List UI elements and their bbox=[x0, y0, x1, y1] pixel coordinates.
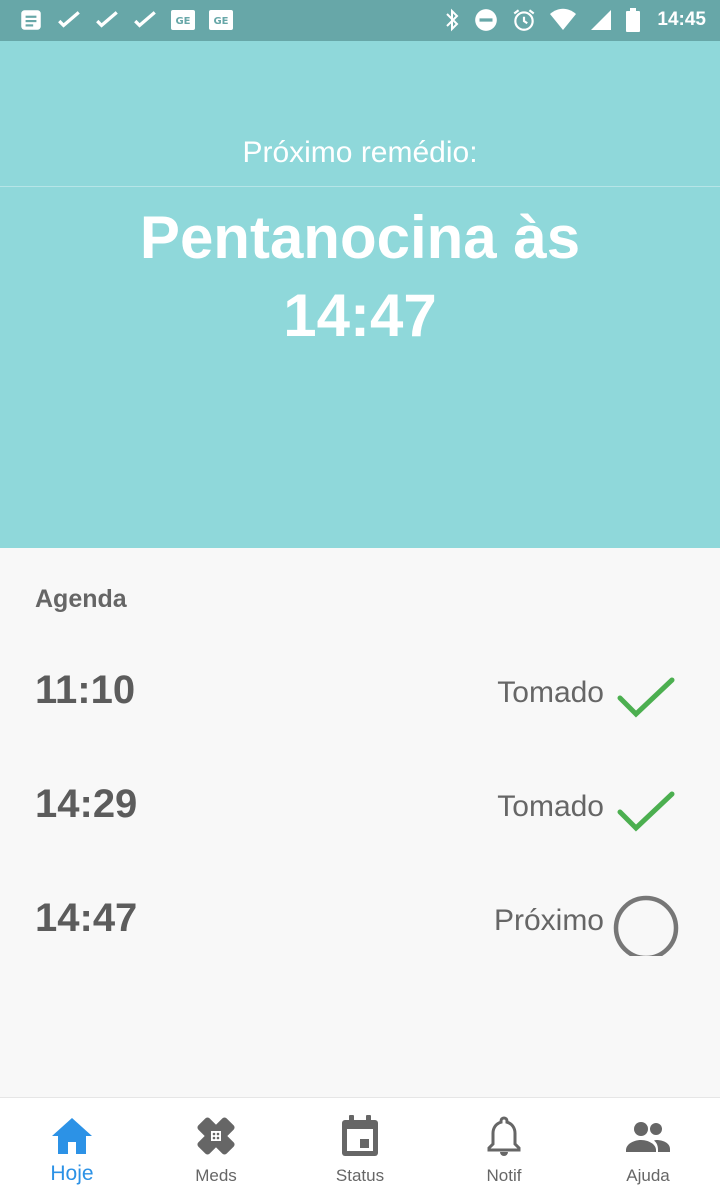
notification-icons: GE GE bbox=[18, 7, 234, 33]
check-icon bbox=[134, 11, 156, 28]
next-medicine-header: Próximo remédio: Pentanocina às 14:47 bbox=[0, 41, 720, 548]
check-icon bbox=[617, 791, 675, 832]
do-not-disturb-icon bbox=[475, 9, 498, 31]
status-bar: GE GE 14:45 bbox=[0, 0, 720, 41]
svg-text:GE: GE bbox=[213, 16, 228, 27]
nav-tab-notif[interactable]: Notif bbox=[432, 1098, 576, 1197]
dose-time: 14:29 bbox=[35, 782, 138, 826]
dose-status: Tomado bbox=[497, 790, 604, 823]
nav-tab-label: Hoje bbox=[50, 1162, 94, 1185]
battery-icon bbox=[626, 8, 641, 32]
message-icon bbox=[21, 10, 41, 30]
people-icon bbox=[626, 1122, 670, 1152]
nav-tab-ajuda[interactable]: Ajuda bbox=[576, 1098, 720, 1197]
calendar-icon bbox=[342, 1115, 378, 1156]
ge-icon: GE bbox=[209, 10, 233, 30]
dose-status: Tomado bbox=[497, 676, 604, 709]
agenda-item[interactable]: 14:29 Tomado bbox=[0, 764, 720, 844]
circle-icon[interactable] bbox=[612, 888, 680, 956]
agenda-item[interactable]: 11:10 Tomado bbox=[0, 650, 720, 730]
agenda-item[interactable]: 14:47 Próximo bbox=[0, 878, 720, 958]
next-medicine-label: Próximo remédio: bbox=[242, 136, 478, 169]
wifi-icon bbox=[550, 8, 577, 30]
nav-tab-label: Ajuda bbox=[626, 1166, 670, 1185]
check-icon bbox=[58, 11, 80, 28]
bandage-icon bbox=[197, 1117, 235, 1155]
signal-icon bbox=[591, 10, 612, 30]
nav-tab-status[interactable]: Status bbox=[288, 1098, 432, 1197]
bluetooth-icon bbox=[446, 8, 459, 32]
nav-tab-label: Status bbox=[335, 1166, 385, 1185]
nav-tab-label: Notif bbox=[486, 1166, 522, 1185]
bell-icon bbox=[487, 1116, 521, 1156]
dose-status: Próximo bbox=[493, 904, 604, 937]
divider bbox=[0, 186, 720, 187]
check-icon bbox=[617, 677, 675, 718]
clock: 14:45 bbox=[657, 9, 706, 30]
check-icon bbox=[96, 11, 118, 28]
bottom-navigation: Hoje Meds Status Notif Ajuda bbox=[0, 1097, 720, 1197]
nav-tab-hoje[interactable]: Hoje bbox=[0, 1098, 144, 1197]
ge-icon: GE bbox=[171, 10, 195, 30]
agenda-heading: Agenda bbox=[35, 585, 127, 613]
nav-tab-label: Meds bbox=[195, 1166, 237, 1185]
next-medicine-title: Pentanocina às 14:47 bbox=[139, 204, 581, 349]
system-icons: 14:45 bbox=[443, 6, 706, 34]
dose-time: 11:10 bbox=[35, 668, 136, 712]
nav-tab-meds[interactable]: Meds bbox=[144, 1098, 288, 1197]
alarm-icon bbox=[513, 9, 535, 31]
svg-text:GE: GE bbox=[175, 16, 190, 27]
dose-time: 14:47 bbox=[35, 896, 138, 940]
home-icon bbox=[52, 1118, 92, 1154]
